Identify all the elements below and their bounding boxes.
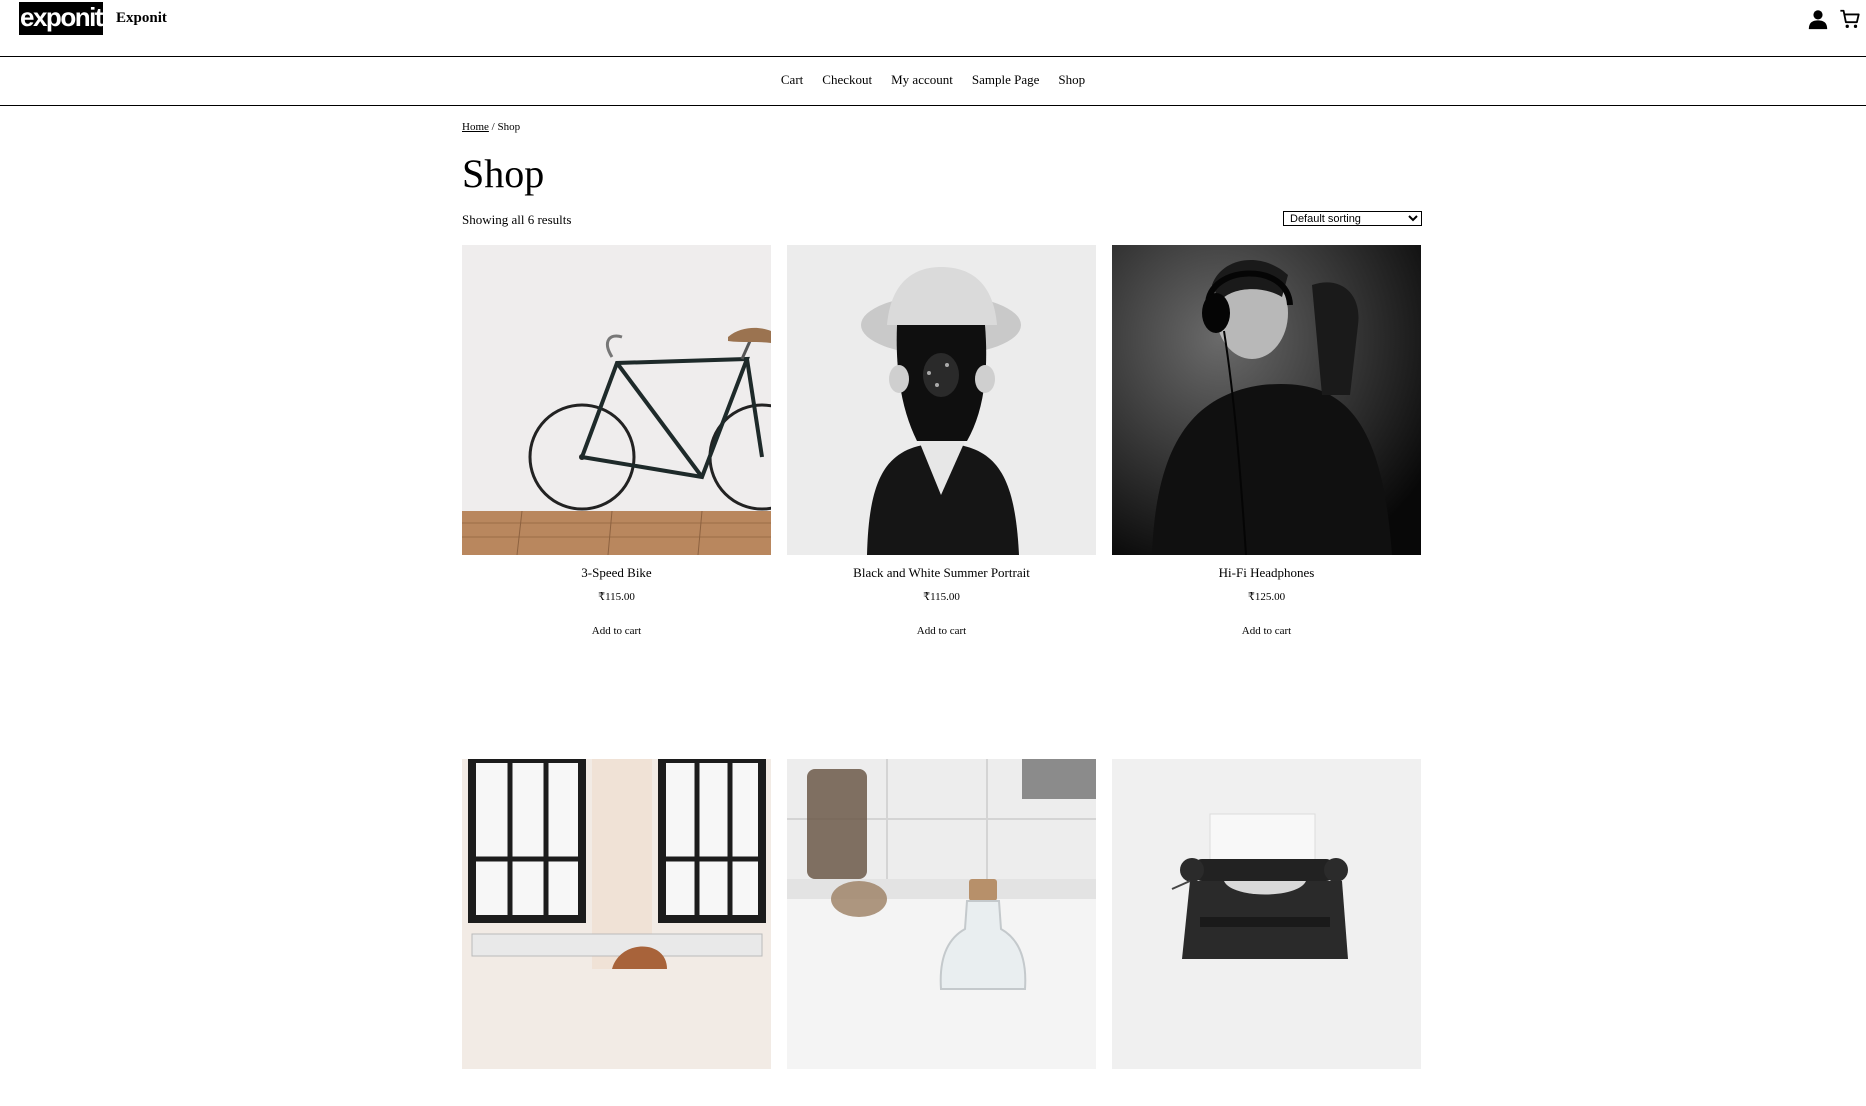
- product-price: ₹115.00: [598, 591, 635, 603]
- breadcrumb: Home / Shop: [462, 121, 520, 133]
- add-to-cart-button[interactable]: Add to cart: [917, 625, 966, 637]
- result-count: Showing all 6 results: [462, 212, 572, 227]
- nav-item-checkout[interactable]: Checkout: [822, 57, 872, 103]
- product-price: ₹115.00: [923, 591, 960, 603]
- cart-icon[interactable]: [1839, 8, 1861, 30]
- product-card: Hi-Fi Headphones ₹125.00 Add to cart: [1112, 245, 1421, 639]
- breadcrumb-home-link[interactable]: Home: [462, 121, 489, 133]
- add-to-cart-button[interactable]: Add to cart: [592, 625, 641, 637]
- product-image-bicycle[interactable]: [462, 245, 771, 555]
- product-card: Black and White Summer Portrait ₹115.00 …: [787, 245, 1096, 639]
- sort-select[interactable]: Default sorting: [1283, 211, 1422, 226]
- product-image-typewriter[interactable]: [1112, 759, 1421, 1069]
- breadcrumb-current: Shop: [497, 121, 521, 133]
- product-name[interactable]: 3-Speed Bike: [462, 565, 771, 581]
- product-card: 3-Speed Bike ₹115.00 Add to cart: [462, 245, 771, 639]
- add-to-cart-button[interactable]: Add to cart: [1242, 625, 1291, 637]
- product-card: [787, 759, 1096, 1106]
- main-navigation: Cart Checkout My account Sample Page Sho…: [0, 57, 1866, 106]
- product-image-headphones[interactable]: [1112, 245, 1421, 555]
- product-name[interactable]: Hi-Fi Headphones: [1112, 565, 1421, 581]
- product-name[interactable]: Black and White Summer Portrait: [787, 565, 1096, 581]
- product-price: ₹125.00: [1247, 591, 1286, 603]
- nav-item-sample-page[interactable]: Sample Page: [972, 57, 1040, 103]
- nav-item-shop[interactable]: Shop: [1058, 57, 1085, 103]
- product-grid: 3-Speed Bike ₹115.00 Add to cart Black a…: [462, 245, 1422, 1106]
- product-image-chair[interactable]: [462, 759, 771, 1069]
- product-image-summer-portrait[interactable]: [787, 245, 1096, 555]
- product-image-bottle[interactable]: [787, 759, 1096, 1069]
- product-card: [1112, 759, 1421, 1106]
- account-icon[interactable]: [1807, 8, 1829, 30]
- site-logo[interactable]: exponit: [19, 2, 103, 35]
- page-title: Shop: [462, 151, 545, 196]
- nav-item-cart[interactable]: Cart: [781, 57, 803, 103]
- nav-item-my-account[interactable]: My account: [891, 57, 953, 103]
- nav-menu: Cart Checkout My account Sample Page Sho…: [0, 57, 1866, 103]
- site-title[interactable]: Exponit: [116, 10, 167, 27]
- site-header: exponit Exponit: [0, 0, 1866, 57]
- product-card: [462, 759, 771, 1106]
